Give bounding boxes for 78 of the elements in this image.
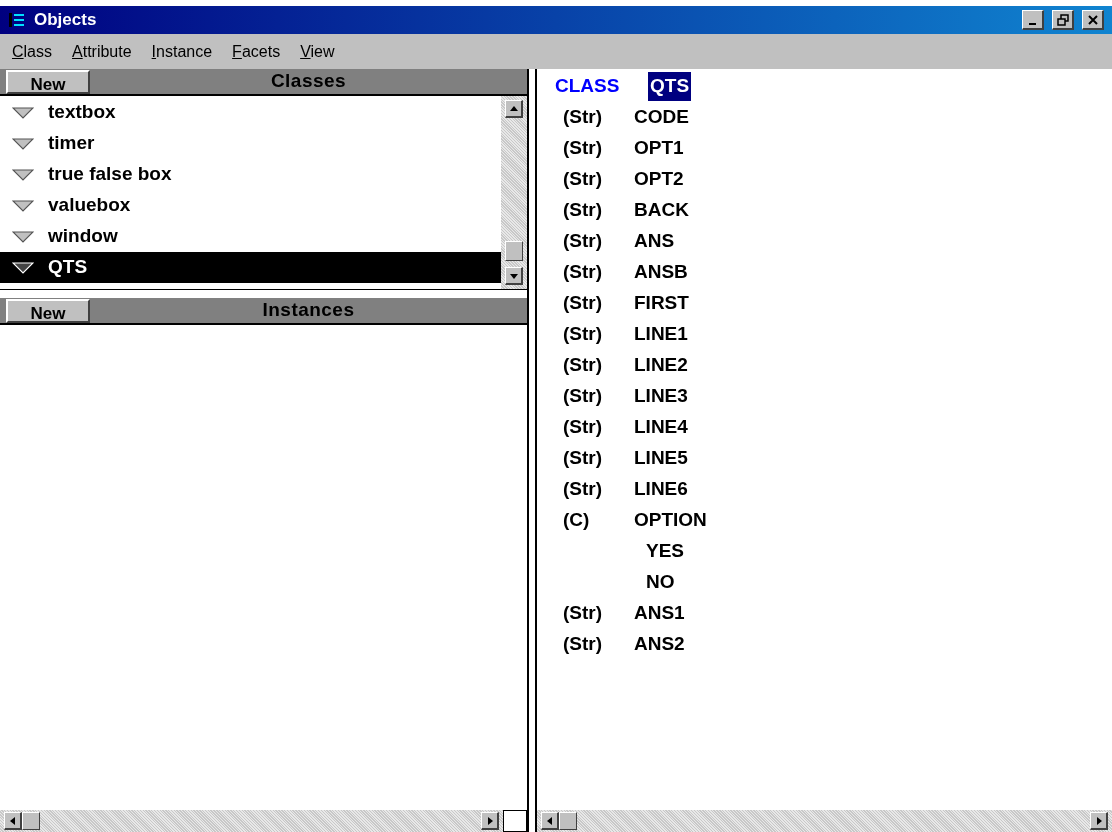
- scrollbar-thumb[interactable]: [505, 241, 523, 261]
- attribute-type: (Str): [563, 106, 603, 128]
- attribute-name[interactable]: ANS1: [634, 599, 685, 628]
- class-list-row[interactable]: timer: [0, 128, 501, 159]
- attribute-name[interactable]: FIRST: [634, 289, 689, 318]
- attribute-name[interactable]: ANS: [634, 227, 675, 256]
- scrollbar-thumb[interactable]: [22, 812, 40, 830]
- attribute-type: (Str): [563, 199, 603, 221]
- class-list-row[interactable]: true false box: [0, 159, 501, 190]
- scroll-right-button[interactable]: [481, 812, 499, 830]
- attribute-name[interactable]: LINE1: [634, 320, 688, 349]
- scroll-left-button[interactable]: [541, 812, 559, 830]
- attribute-type: (Str): [563, 385, 603, 407]
- panel-title: Classes: [269, 69, 348, 94]
- menu-item[interactable]: Class: [12, 39, 52, 64]
- attribute-type: (Str): [563, 416, 603, 438]
- class-list-row[interactable]: window: [0, 221, 501, 252]
- new-button[interactable]: New: [6, 69, 90, 94]
- attribute-type: (Str): [563, 478, 603, 500]
- attribute-type: (Str): [563, 230, 603, 252]
- triangle-icon: [12, 137, 34, 150]
- triangle-icon: [12, 261, 34, 274]
- attribute-type: (Str): [563, 447, 603, 469]
- scroll-left-button[interactable]: [4, 812, 22, 830]
- pane-splitter[interactable]: [527, 69, 537, 832]
- attribute-name[interactable]: NO: [634, 568, 675, 597]
- attribute-name[interactable]: BACK: [634, 196, 689, 225]
- restore-icon: [1056, 13, 1069, 26]
- attribute-name[interactable]: LINE6: [634, 475, 688, 504]
- scroll-up-button[interactable]: [505, 100, 523, 118]
- attribute-type: (Str): [563, 168, 603, 190]
- close-icon: [1086, 13, 1099, 26]
- attribute-name[interactable]: OPTION: [634, 506, 707, 535]
- triangle-icon: [12, 168, 34, 181]
- attribute-name[interactable]: LINE5: [634, 444, 688, 473]
- attribute-type: (Str): [563, 633, 603, 655]
- attribute-type: (Str): [563, 354, 603, 376]
- minimize-button[interactable]: [1022, 10, 1044, 30]
- new-button[interactable]: New: [6, 298, 90, 323]
- menu-item[interactable]: Attribute: [72, 39, 132, 64]
- class-list-row[interactable]: QTS: [0, 252, 501, 283]
- horizontal-scrollbar[interactable]: [0, 810, 503, 832]
- menu-item[interactable]: View: [300, 39, 335, 64]
- attribute-name[interactable]: OPT1: [634, 134, 684, 163]
- attribute-name[interactable]: ANS2: [634, 630, 685, 659]
- window-title: Objects: [34, 9, 97, 32]
- vertical-scrollbar[interactable]: [501, 96, 527, 289]
- triangle-icon: [12, 199, 34, 212]
- class-label: CLASS: [554, 74, 621, 99]
- attribute-type: (Str): [563, 602, 603, 624]
- attribute-name[interactable]: LINE4: [634, 413, 688, 442]
- panel-title: Instances: [261, 298, 356, 323]
- class-list-row[interactable]: valuebox: [0, 190, 501, 221]
- class-list-row[interactable]: textbox: [0, 97, 501, 128]
- close-button[interactable]: [1082, 10, 1104, 30]
- restore-button[interactable]: [1052, 10, 1074, 30]
- class-name[interactable]: QTS: [648, 72, 692, 101]
- scrollbar-thumb[interactable]: [559, 812, 577, 830]
- attribute-name[interactable]: OPT2: [634, 165, 684, 194]
- attribute-name[interactable]: CODE: [634, 103, 689, 132]
- list-icon: [8, 11, 26, 29]
- attribute-name[interactable]: YES: [634, 537, 685, 566]
- attribute-name[interactable]: LINE2: [634, 351, 688, 380]
- attribute-type: (Str): [563, 292, 603, 314]
- attribute-type: (Str): [563, 137, 603, 159]
- menu-item[interactable]: Facets: [232, 39, 281, 64]
- minimize-icon: [1029, 22, 1036, 25]
- attribute-name[interactable]: ANSB: [634, 258, 688, 287]
- scroll-right-button[interactable]: [1090, 812, 1108, 830]
- triangle-icon: [12, 230, 34, 243]
- menu-item[interactable]: Instance: [151, 39, 213, 64]
- horizontal-scrollbar[interactable]: [537, 810, 1112, 832]
- attribute-type: (Str): [563, 261, 603, 283]
- scroll-down-button[interactable]: [505, 267, 523, 285]
- attribute-type: (Str): [563, 323, 603, 345]
- attribute-name[interactable]: LINE3: [634, 382, 688, 411]
- triangle-icon: [12, 106, 34, 119]
- attribute-type: (C): [563, 509, 590, 531]
